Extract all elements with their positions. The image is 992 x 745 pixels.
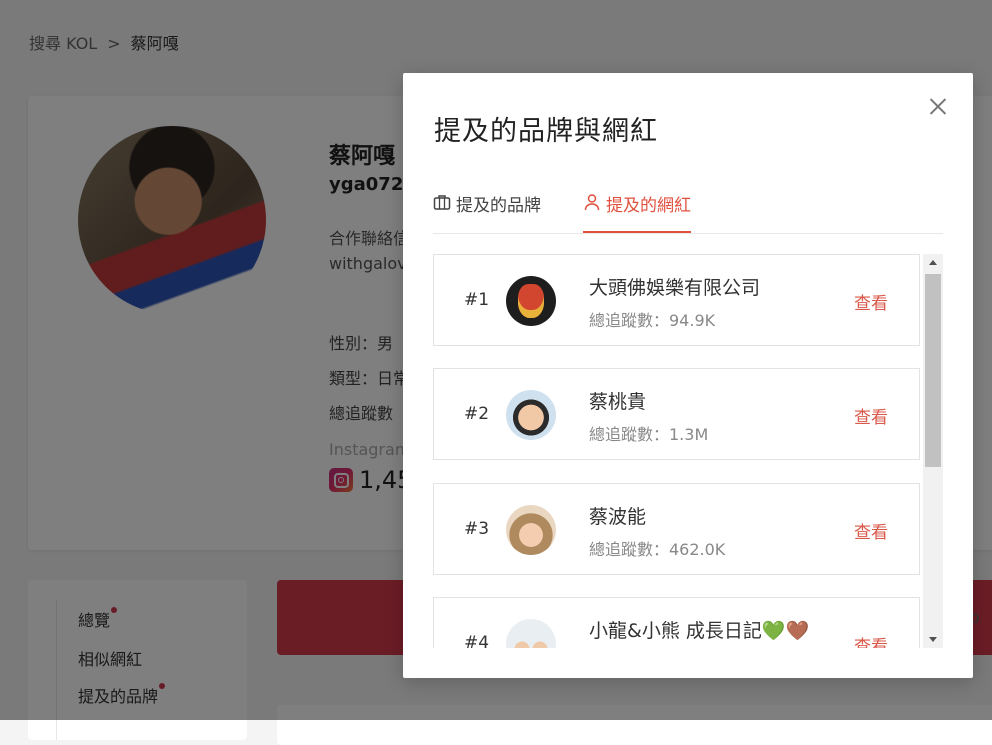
kol-name: 小龍&小熊 成長日記💚🤎	[589, 620, 810, 642]
kol-list-item: #2 蔡桃貴 總追蹤數：1.3M 查看	[433, 368, 920, 460]
view-button[interactable]: 查看	[854, 403, 888, 428]
modal-tabs: 提及的品牌 提及的網紅	[433, 185, 943, 234]
modal-title: 提及的品牌與網紅	[434, 116, 658, 147]
kol-rank: #1	[464, 290, 490, 310]
view-button[interactable]: 查看	[854, 289, 888, 314]
list-scrollbar[interactable]	[923, 254, 943, 648]
kol-avatar	[506, 619, 556, 648]
kol-list-item: #3 蔡波能 總追蹤數：462.0K 查看	[433, 483, 920, 575]
briefcase-icon	[433, 195, 451, 210]
scrollbar-thumb[interactable]	[925, 274, 941, 467]
kol-name: 大頭佛娛樂有限公司	[589, 277, 761, 299]
kol-followers: 總追蹤數：462.0K	[589, 540, 726, 559]
kol-followers: 總追蹤數：1.3M	[589, 425, 709, 444]
kol-avatar	[506, 276, 556, 326]
kol-rank: #3	[464, 519, 490, 539]
tab-label: 提及的品牌	[456, 196, 541, 216]
kol-list[interactable]: #1 大頭佛娛樂有限公司 總追蹤數：94.9K 查看 #2 蔡桃貴 總追蹤數：1…	[433, 254, 943, 648]
tab-mentioned-kols[interactable]: 提及的網紅	[583, 191, 691, 233]
kol-name: 蔡桃貴	[589, 391, 647, 413]
kol-list-item: #1 大頭佛娛樂有限公司 總追蹤數：94.9K 查看	[433, 254, 920, 346]
kol-rank: #2	[464, 404, 490, 424]
scroll-down-arrow-icon[interactable]	[923, 631, 943, 648]
scroll-up-arrow-icon[interactable]	[923, 254, 943, 271]
kol-followers: 總追蹤數：94.9K	[589, 311, 716, 330]
view-button[interactable]: 查看	[854, 632, 888, 648]
user-icon	[584, 194, 600, 211]
kol-list-item: #4 小龍&小熊 成長日記💚🤎 查看	[433, 597, 920, 648]
kol-avatar	[506, 390, 556, 440]
tab-mentioned-brands[interactable]: 提及的品牌	[433, 191, 541, 233]
close-icon[interactable]	[927, 95, 949, 117]
tab-label: 提及的網紅	[606, 196, 691, 216]
kol-avatar	[506, 505, 556, 555]
mentioned-modal: 提及的品牌與網紅 提及的品牌 提及的網紅 #1 大頭佛娛樂有限公司 總追蹤數：9…	[403, 73, 973, 678]
kol-rank: #4	[464, 633, 490, 648]
kol-name: 蔡波能	[589, 506, 647, 528]
view-button[interactable]: 查看	[854, 518, 888, 543]
